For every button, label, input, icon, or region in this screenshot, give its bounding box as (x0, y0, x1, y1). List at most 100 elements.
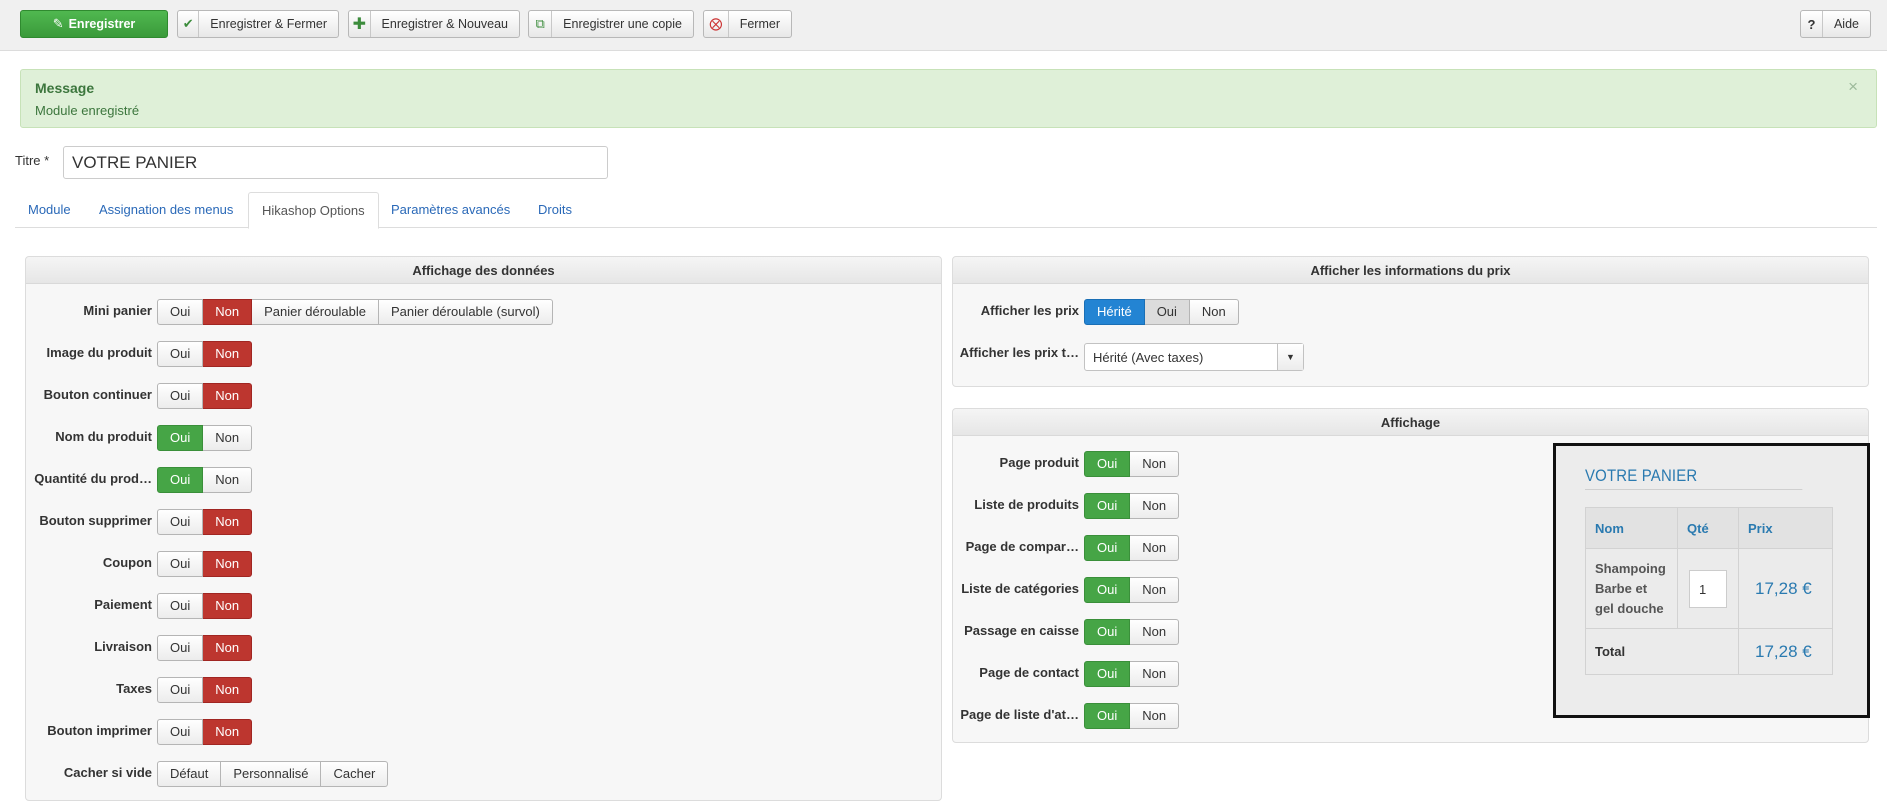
option-panier-deroulable[interactable]: Panier déroulable (252, 299, 379, 325)
show-prices-toggle: Hérité Oui Non (1084, 299, 1239, 325)
option-non[interactable]: Non (203, 425, 253, 451)
option-oui[interactable]: Oui (1084, 493, 1131, 519)
toggle-page-de-liste-d-at: Oui Non (1084, 703, 1180, 729)
message-text: Module enregistré (35, 103, 140, 118)
option-non[interactable]: Non (203, 341, 253, 367)
option-cacher[interactable]: Cacher (321, 761, 389, 787)
total-label: Total (1585, 628, 1739, 675)
toggle-taxes: Oui Non (157, 677, 253, 703)
option-label: Afficher les prix t… (959, 345, 1079, 360)
option-oui[interactable]: Oui (157, 425, 204, 451)
title-input[interactable] (63, 146, 608, 179)
save-close-button[interactable]: ✔ Enregistrer & Fermer (177, 10, 339, 38)
option-row-quantite-du-prod: Quantité du prod… Oui Non (26, 467, 941, 493)
option-non[interactable]: Non (203, 299, 253, 325)
toggle-page-de-contact: Oui Non (1084, 661, 1180, 687)
help-button[interactable]: ? Aide (1800, 10, 1871, 38)
option-label: Mini panier (83, 303, 152, 318)
toggle-bouton-imprimer: Oui Non (157, 719, 253, 745)
item-name: Shampoing Barbe et gel douche (1585, 548, 1678, 629)
panel-data-display-title: Affichage des données (26, 257, 941, 284)
option-non[interactable]: Non (203, 677, 253, 703)
option-personnalise[interactable]: Personnalisé (221, 761, 322, 787)
title-label: Titre * (15, 153, 50, 168)
message-title: Message (35, 80, 95, 96)
option-non[interactable]: Non (1130, 451, 1180, 477)
option-non[interactable]: Non (1130, 619, 1180, 645)
option-oui[interactable]: Oui (157, 719, 204, 745)
option-non[interactable]: Non (203, 383, 253, 409)
item-price: 17,28 € (1738, 548, 1833, 629)
option-label: Bouton imprimer (47, 723, 152, 738)
option-label: Page produit (999, 455, 1079, 470)
check-icon: ✔ (178, 11, 200, 37)
toggle-liste-de-categories: Oui Non (1084, 577, 1180, 603)
option-non[interactable]: Non (1130, 577, 1180, 603)
option-defaut[interactable]: Défaut (157, 761, 222, 787)
option-non[interactable]: Non (203, 467, 253, 493)
toggle-paiement: Oui Non (157, 593, 253, 619)
question-icon: ? (1801, 11, 1823, 37)
tab-module[interactable]: Module (15, 192, 84, 228)
save-button[interactable]: ✎ Enregistrer (20, 10, 168, 38)
option-oui[interactable]: Oui (1084, 577, 1131, 603)
option-non[interactable]: Non (203, 551, 253, 577)
close-button[interactable]: ⨂ Fermer (703, 10, 792, 38)
panel-data-display: Affichage des données Mini panier Oui Non P… (25, 256, 942, 801)
plus-icon: ✚ (349, 11, 371, 37)
option-label: Page de compar… (965, 539, 1079, 554)
option-row-paiement: Paiement Oui Non (26, 593, 941, 619)
save-copy-button[interactable]: ⧉ Enregistrer une copie (528, 10, 694, 38)
option-label: Cacher si vide (63, 765, 152, 780)
toggle-livraison: Oui Non (157, 635, 253, 661)
option-oui[interactable]: Oui (157, 635, 204, 661)
option-non[interactable]: Non (203, 509, 253, 535)
tab-advanced-parameters[interactable]: Paramètres avancés (378, 192, 523, 228)
select-value: Hérité (Avec taxes) (1093, 349, 1204, 365)
option-non[interactable]: Non (1130, 535, 1180, 561)
toggle-quantite-du-prod: Oui Non (157, 467, 253, 493)
price-type-select[interactable]: Hérité (Avec taxes) ▼ (1084, 343, 1304, 371)
option-oui[interactable]: Oui (157, 467, 204, 493)
option-oui[interactable]: Oui (1084, 703, 1131, 729)
option-non[interactable]: Non (1130, 493, 1180, 519)
tab-hikashop-options[interactable]: Hikashop Options (248, 192, 379, 229)
item-qty-cell: 1 (1677, 548, 1739, 629)
option-oui[interactable]: Oui (1084, 619, 1131, 645)
option-oui[interactable]: Oui (157, 383, 204, 409)
option-oui[interactable]: Oui (157, 509, 204, 535)
option-non[interactable]: Non (1130, 703, 1180, 729)
option-non[interactable]: Non (1130, 661, 1180, 687)
option-non[interactable]: Non (203, 719, 253, 745)
tab-menu-assignment[interactable]: Assignation des menus (86, 192, 246, 228)
toggle-cacher-si-vide: Défaut Personnalisé Cacher (157, 761, 389, 787)
toggle-bouton-supprimer: Oui Non (157, 509, 253, 535)
option-yes[interactable]: Oui (1144, 299, 1190, 325)
toggle-passage-en-caisse: Oui Non (1084, 619, 1180, 645)
panel-price-info: Afficher les informations du prix Affich… (952, 256, 1869, 387)
tab-rights[interactable]: Droits (525, 192, 585, 228)
option-oui[interactable]: Oui (157, 299, 204, 325)
header-price: Prix (1738, 507, 1833, 549)
option-oui[interactable]: Oui (1084, 661, 1131, 687)
option-oui[interactable]: Oui (157, 677, 204, 703)
toolbar: ✎ Enregistrer ✔ Enregistrer & Fermer ✚ E… (0, 0, 1887, 51)
save-new-button[interactable]: ✚ Enregistrer & Nouveau (348, 10, 520, 38)
option-label: Coupon (102, 555, 152, 570)
option-label: Bouton continuer (43, 387, 152, 402)
option-oui[interactable]: Oui (157, 593, 204, 619)
tab-bar: Module Assignation des menus Hikashop Op… (15, 192, 1877, 229)
option-oui[interactable]: Oui (1084, 535, 1131, 561)
close-icon[interactable]: × (1848, 77, 1858, 97)
option-panier-deroulable-survol[interactable]: Panier déroulable (survol) (379, 299, 553, 325)
option-inherited[interactable]: Hérité (1084, 299, 1145, 325)
option-oui[interactable]: Oui (1084, 451, 1131, 477)
option-non[interactable]: Non (203, 593, 253, 619)
option-oui[interactable]: Oui (157, 551, 204, 577)
preview-cart-table: Nom Qté Prix Shampoing Barbe et gel douc… (1585, 507, 1833, 675)
option-oui[interactable]: Oui (157, 341, 204, 367)
option-label: Taxes (116, 681, 152, 696)
quantity-input[interactable]: 1 (1689, 569, 1727, 608)
option-no[interactable]: Non (1189, 299, 1239, 325)
option-non[interactable]: Non (203, 635, 253, 661)
